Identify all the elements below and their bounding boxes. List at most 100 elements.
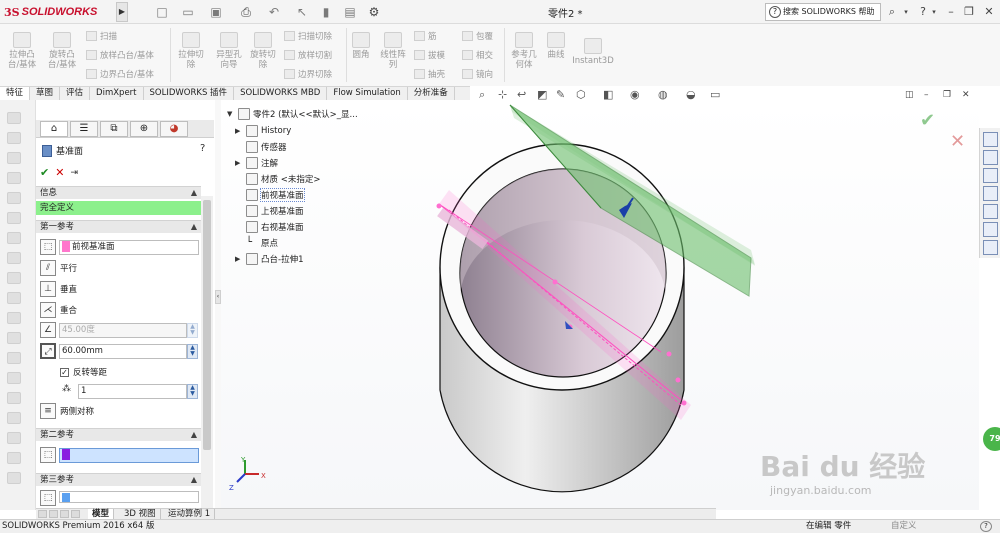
angle-input[interactable]: 45.00度 [59,323,187,338]
left-tool-icon[interactable] [7,312,21,324]
shell-button[interactable]: 抽壳 [414,68,445,80]
notification-badge[interactable]: 79 [983,427,1000,451]
edit-appearance-icon[interactable]: ◍ [658,89,668,101]
pm-help-button[interactable]: ? [200,143,205,154]
left-tool-icon[interactable] [7,272,21,284]
zoom-to-fit-icon[interactable]: ⌕ [479,89,485,101]
fillet-button[interactable]: 圆角 [348,32,374,60]
tile-icon[interactable]: ◫ [905,90,914,100]
apply-scene-icon[interactable]: ◒ [686,89,696,101]
appearances-icon[interactable] [983,204,998,219]
perpendicular-option[interactable]: ⊥ 垂直 [40,281,77,297]
left-tool-icon[interactable] [7,292,21,304]
left-tool-icon[interactable] [7,452,21,464]
pm-scrollbar[interactable] [201,196,213,510]
undo-icon[interactable]: ↶ [262,4,286,20]
tree-item-sensors[interactable]: 传感器 [246,141,287,153]
minimize-icon[interactable]: – [944,4,958,20]
swept-cut-button[interactable]: 扫描切除 [284,30,332,42]
tab-mbd[interactable]: SOLIDWORKS MBD [234,87,328,100]
left-tool-icon[interactable] [7,132,21,144]
left-tool-icon[interactable] [7,472,21,484]
pushpin-icon[interactable]: ⇥ [70,168,78,178]
curves-button[interactable]: 曲线 [542,32,570,60]
lofted-cut-button[interactable]: 放样切割 [284,49,332,61]
tab-features[interactable]: 特征 [0,87,31,100]
menu-expand-arrow[interactable]: ▶ [116,2,128,22]
angle-spinner[interactable]: ▲ ▼ [187,323,198,338]
solidworks-logo[interactable]: 3S SOLIDWORKS [4,3,116,21]
extruded-cut-button[interactable]: 拉伸切 除 [174,32,208,70]
mirror-button[interactable]: 镜向 [462,68,493,80]
tree-item-front-plane[interactable]: 前视基准面 [246,188,305,202]
rebuild-icon[interactable]: ▮ [314,4,338,20]
hole-wizard-button[interactable]: 异型孔 向导 [210,32,248,70]
file-properties-icon[interactable]: ▤ [338,4,362,20]
first-reference-header[interactable]: 第一参考 ▲ [36,220,201,233]
second-reference-field[interactable] [59,448,199,463]
help-search-box[interactable]: ? 搜索 SOLIDWORKS 帮助 [765,3,881,21]
tab-next-icon[interactable] [60,510,69,518]
solidworks-resources-icon[interactable] [983,132,998,147]
left-tool-icon[interactable] [7,412,21,424]
hide-show-items-icon[interactable]: ◉ [630,89,640,101]
revolved-cut-button[interactable]: 旋转切 除 [246,32,280,70]
tab-sketch[interactable]: 草图 [30,87,61,100]
zoom-area-icon[interactable]: ⊹ [498,89,507,101]
reference-geometry-button[interactable]: 参考几 何体 [506,32,542,70]
tree-item-annotations[interactable]: ▶ 注解 [235,157,278,169]
mid-plane-option[interactable]: ≡ 两侧对称 [40,403,94,419]
view-orientation-icon[interactable]: ⬡ [576,89,586,101]
open-folder-icon[interactable]: ▭ [176,4,200,20]
view-palette-icon[interactable] [983,186,998,201]
display-style-icon[interactable]: ◧ [603,89,613,101]
tree-item-top-plane[interactable]: 上视基准面 [246,205,304,217]
left-tool-icon[interactable] [7,392,21,404]
status-help-icon[interactable]: ? [980,521,992,532]
feature-manager-tab-icon[interactable]: ⌂ [40,121,68,137]
confirm-cancel-icon[interactable]: ✕ [950,131,965,152]
property-manager-tab-icon[interactable]: ☰ [70,121,98,137]
tab-evaluate[interactable]: 评估 [60,87,91,100]
doc-restore-icon[interactable]: ❐ [943,90,951,100]
ok-check-icon[interactable]: ✔ [40,166,49,179]
intersect-button[interactable]: 相交 [462,49,493,61]
boundary-cut-button[interactable]: 边界切除 [284,68,332,80]
tree-item-origin[interactable]: └ 原点 [246,237,278,249]
dynamic-annotation-icon[interactable]: ✎ [556,89,565,101]
extruded-boss-button[interactable]: 拉伸凸 台/基体 [4,32,40,70]
tree-item-material[interactable]: 材质 <未指定> [246,173,320,185]
section-view-icon[interactable]: ◩ [537,89,547,101]
revolved-boss-button[interactable]: 旋转凸 台/基体 [44,32,80,70]
help-dropdown-icon[interactable]: ▾ [930,4,938,20]
wrap-button[interactable]: 包覆 [462,30,493,42]
first-reference-field[interactable]: 前视基准面 [59,240,199,255]
status-units-dropdown[interactable]: 自定义 [891,520,917,533]
tab-analysis-prep[interactable]: 分析准备 [407,87,455,100]
left-tool-icon[interactable] [7,112,21,124]
second-reference-header[interactable]: 第二参考 ▲ [36,428,201,441]
view-settings-icon[interactable]: ▭ [710,89,720,101]
configuration-manager-tab-icon[interactable]: ⧉ [100,121,128,137]
left-tool-icon[interactable] [7,152,21,164]
tab-prev-icon[interactable] [49,510,58,518]
plane-count-input[interactable]: 1 [78,384,187,399]
options-gear-icon[interactable]: ⚙ [362,4,386,20]
parallel-option[interactable]: ⫽ 平行 [40,260,77,276]
custom-properties-icon[interactable] [983,222,998,237]
distance-spinner[interactable]: ▲ ▼ [187,344,198,359]
info-section-header[interactable]: 信息 ▲ [36,186,201,199]
tree-item-right-plane[interactable]: 右视基准面 [246,221,304,233]
pm-scrollbar-thumb[interactable] [203,200,211,450]
tree-root[interactable]: ▼ 零件2 (默认<<默认>_显... [227,108,358,120]
flip-offset-checkbox[interactable]: ✓ [60,367,69,377]
previous-view-icon[interactable]: ↩ [517,89,526,101]
restore-icon[interactable]: ❐ [962,4,976,20]
search-dropdown-icon[interactable]: ▾ [902,4,910,20]
doc-close-icon[interactable]: ✕ [962,90,970,100]
third-reference-field[interactable] [59,491,199,503]
tab-motion-study[interactable]: 运动算例 1 [164,509,216,519]
tree-item-history[interactable]: ▶ History [235,125,291,137]
distance-input[interactable]: 60.00mm [59,344,187,359]
file-explorer-icon[interactable] [983,168,998,183]
